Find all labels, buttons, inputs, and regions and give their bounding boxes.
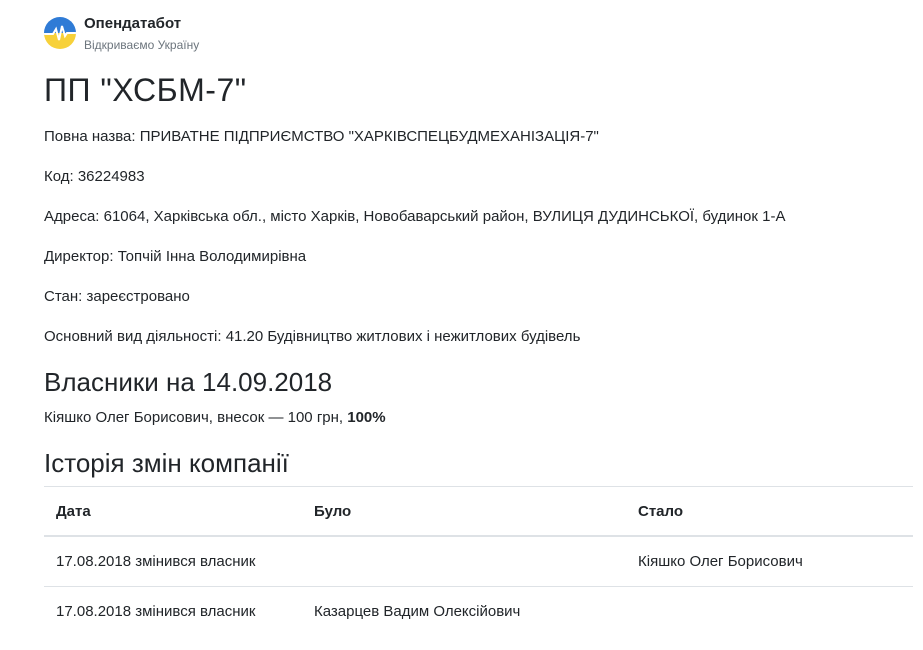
- cell-became: [626, 586, 913, 636]
- field-label: Адреса:: [44, 208, 100, 225]
- field-activity: Основний вид діяльності: 41.20 Будівницт…: [44, 327, 580, 347]
- field-status: Стан: зареєстровано: [44, 287, 190, 307]
- company-title: ПП "ХСБМ-7": [44, 72, 247, 108]
- field-value: 36224983: [77, 168, 145, 185]
- field-code: Код: 36224983: [44, 167, 145, 187]
- history-table: Дата Було Стало 17.08.2018 змінився влас…: [44, 486, 913, 636]
- owners-heading: Власники на 14.09.2018: [44, 367, 333, 397]
- column-header-became: Стало: [626, 486, 913, 537]
- field-address: Адреса: 61064, Харківська обл., місто Ха…: [44, 207, 785, 227]
- field-label: Стан:: [44, 288, 83, 305]
- table-header-row: Дата Було Стало: [44, 486, 913, 537]
- field-value: Топчій Інна Володимирівна: [117, 248, 307, 265]
- column-header-was: Було: [302, 486, 626, 537]
- owner-share: 100%: [347, 409, 386, 426]
- site-header[interactable]: Опендатабот Відкриваємо Україну: [44, 14, 199, 53]
- table-row: 17.08.2018 змінився власник Кіяшко Олег …: [44, 535, 913, 587]
- owner-entry: Кіяшко Олег Борисович, внесок — 100 грн,…: [44, 408, 386, 428]
- field-label: Код:: [44, 168, 74, 185]
- opendatabot-logo-icon: [44, 17, 76, 49]
- field-full-name: Повна назва: ПРИВАТНЕ ПІДПРИЄМСТВО "ХАРК…: [44, 127, 599, 147]
- brand-tagline: Відкриваємо Україну: [84, 38, 200, 52]
- cell-was: Казарцев Вадим Олексійович: [302, 586, 626, 636]
- field-label: Директор:: [44, 248, 114, 265]
- cell-date: 17.08.2018 змінився власник: [44, 535, 302, 587]
- field-director: Директор: Топчій Інна Володимирівна: [44, 247, 306, 267]
- cell-was: [302, 535, 626, 587]
- table-row: 17.08.2018 змінився власник Казарцев Вад…: [44, 586, 913, 636]
- column-header-date: Дата: [44, 486, 302, 537]
- field-value: 61064, Харківська обл., місто Харків, Но…: [103, 208, 786, 225]
- brand: Опендатабот Відкриваємо Україну: [84, 14, 199, 53]
- field-value: зареєстровано: [86, 288, 190, 305]
- cell-became: Кіяшко Олег Борисович: [626, 535, 913, 587]
- history-heading: Історія змін компанії: [44, 448, 289, 478]
- brand-name: Опендатабот: [84, 15, 182, 32]
- field-value: ПРИВАТНЕ ПІДПРИЄМСТВО "ХАРКІВСПЕЦБУДМЕХА…: [139, 128, 599, 145]
- field-label: Основний вид діяльності:: [44, 328, 222, 345]
- cell-date: 17.08.2018 змінився власник: [44, 586, 302, 636]
- owner-text: Кіяшко Олег Борисович, внесок — 100 грн,: [44, 409, 344, 426]
- field-value: 41.20 Будівництво житлових і нежитлових …: [225, 328, 581, 345]
- field-label: Повна назва:: [44, 128, 136, 145]
